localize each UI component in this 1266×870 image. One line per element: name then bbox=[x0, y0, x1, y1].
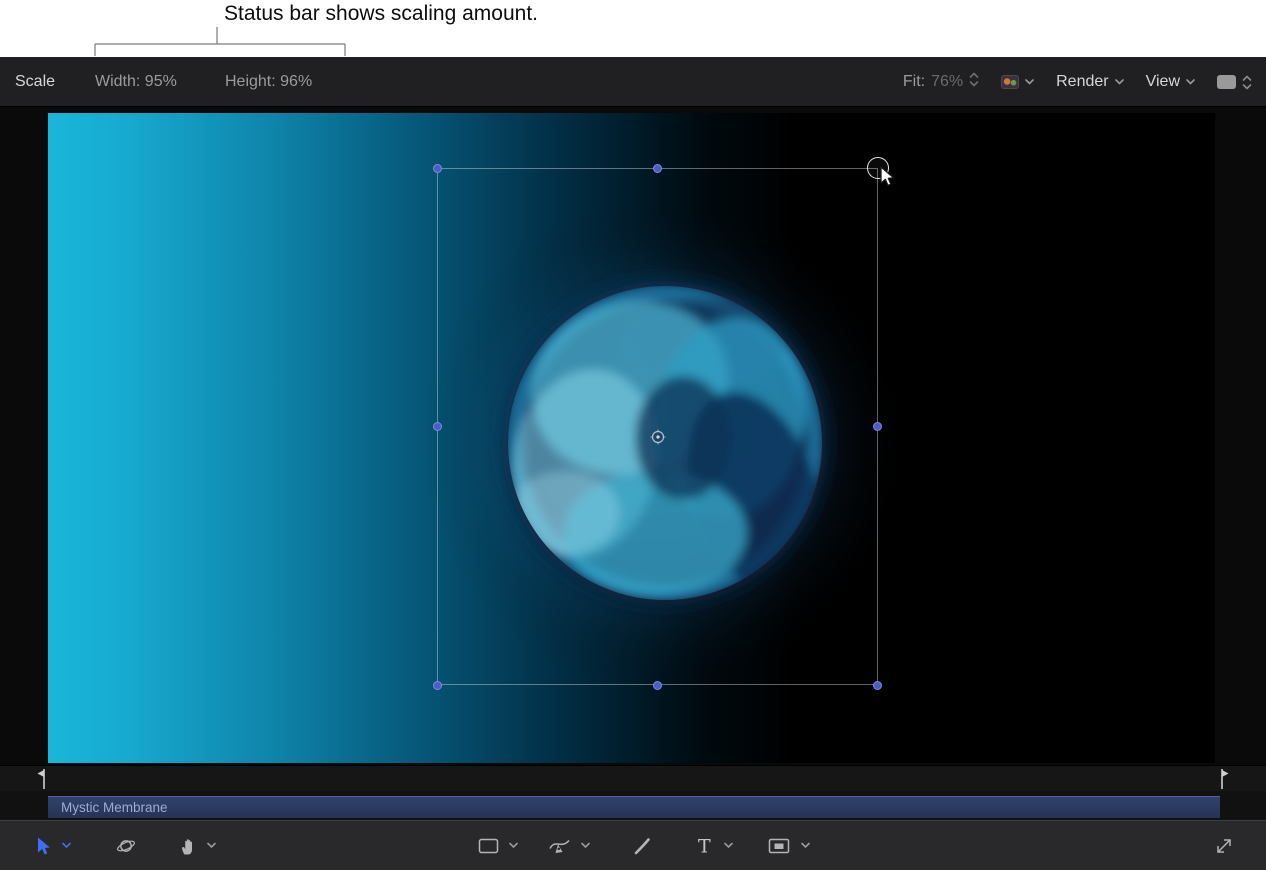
select-transform-tool-button[interactable] bbox=[36, 836, 71, 855]
play-range-in-marker[interactable] bbox=[36, 768, 50, 790]
orbit-3d-icon bbox=[116, 836, 136, 856]
page: Status bar shows scaling amount. Scale W… bbox=[0, 0, 1266, 870]
chevron-down-icon bbox=[1115, 79, 1124, 85]
canvas[interactable] bbox=[48, 113, 1215, 763]
chevron-down-icon bbox=[207, 843, 216, 849]
paint-stroke-tool-button[interactable] bbox=[633, 837, 651, 855]
svg-text:T: T bbox=[698, 836, 711, 855]
pan-tool-button[interactable] bbox=[180, 836, 216, 855]
clip-label: Mystic Membrane bbox=[61, 800, 168, 815]
chevron-down-icon bbox=[1186, 79, 1195, 85]
selection-handle[interactable] bbox=[653, 164, 662, 173]
selection-handle[interactable] bbox=[433, 164, 442, 173]
text-tool-button[interactable]: T bbox=[696, 836, 733, 855]
selection-handle[interactable] bbox=[653, 681, 662, 690]
selection-handle[interactable] bbox=[873, 422, 882, 431]
hand-icon bbox=[180, 836, 195, 855]
bezier-pen-icon bbox=[548, 836, 571, 855]
bezier-tool-button[interactable] bbox=[548, 836, 590, 855]
brush-stroke-icon bbox=[633, 837, 651, 855]
timeline-ruler[interactable] bbox=[0, 765, 1266, 791]
render-label: Render bbox=[1056, 73, 1108, 91]
canvas-status-bar: Scale Width: 95% Height: 96% Fit: 76% bbox=[0, 57, 1266, 107]
resize-canvas-button[interactable] bbox=[1214, 836, 1234, 856]
view-label: View bbox=[1146, 73, 1180, 91]
tool-bar: T bbox=[0, 820, 1266, 870]
timeline-clip-bar[interactable]: Mystic Membrane bbox=[48, 796, 1220, 818]
selection-bounding-box[interactable] bbox=[437, 168, 878, 685]
fit-label: Fit: bbox=[903, 73, 925, 91]
width-readout: Width: 95% bbox=[95, 57, 177, 107]
image-mask-icon bbox=[768, 837, 790, 854]
chevron-down-icon bbox=[801, 843, 810, 849]
mini-timeline: Mystic Membrane bbox=[0, 791, 1266, 820]
text-tool-icon: T bbox=[696, 836, 712, 855]
rectangle-icon bbox=[478, 837, 499, 854]
fit-zoom-control[interactable]: Fit: 76% bbox=[903, 72, 979, 92]
chevron-down-icon bbox=[581, 843, 590, 849]
motion-canvas-window: Scale Width: 95% Height: 96% Fit: 76% bbox=[0, 57, 1266, 870]
chevron-down-icon bbox=[509, 843, 518, 849]
rectangle-tool-button[interactable] bbox=[478, 837, 518, 854]
play-range-out-marker[interactable] bbox=[1216, 768, 1230, 790]
stepper-icon bbox=[969, 72, 979, 92]
selection-handle[interactable] bbox=[433, 422, 442, 431]
anchor-point-icon[interactable] bbox=[650, 429, 666, 445]
selection-handle[interactable] bbox=[433, 681, 442, 690]
diagonal-resize-icon bbox=[1214, 836, 1234, 856]
select-arrow-icon bbox=[36, 836, 51, 855]
render-popup-button[interactable]: Render bbox=[1056, 73, 1123, 91]
channels-swatch-icon bbox=[1001, 75, 1019, 89]
annotation-callout-lines bbox=[0, 0, 400, 57]
channels-popup-button[interactable] bbox=[1001, 75, 1034, 89]
view-popup-button[interactable]: View bbox=[1146, 73, 1195, 91]
canvas-area bbox=[0, 107, 1266, 765]
adjust-3d-transform-tool-button[interactable] bbox=[116, 836, 136, 856]
image-mask-tool-button[interactable] bbox=[768, 837, 810, 854]
chevron-down-icon bbox=[724, 843, 733, 849]
chevron-down-icon bbox=[62, 843, 71, 849]
display-icon bbox=[1217, 75, 1236, 89]
stepper-icon bbox=[1242, 75, 1252, 90]
active-tool-label: Scale bbox=[15, 57, 55, 107]
mouse-cursor bbox=[878, 166, 898, 190]
display-layout-control[interactable] bbox=[1217, 75, 1252, 90]
height-readout: Height: 96% bbox=[225, 57, 312, 107]
selection-handle[interactable] bbox=[873, 681, 882, 690]
chevron-down-icon bbox=[1025, 79, 1034, 85]
fit-value: 76% bbox=[931, 73, 963, 91]
